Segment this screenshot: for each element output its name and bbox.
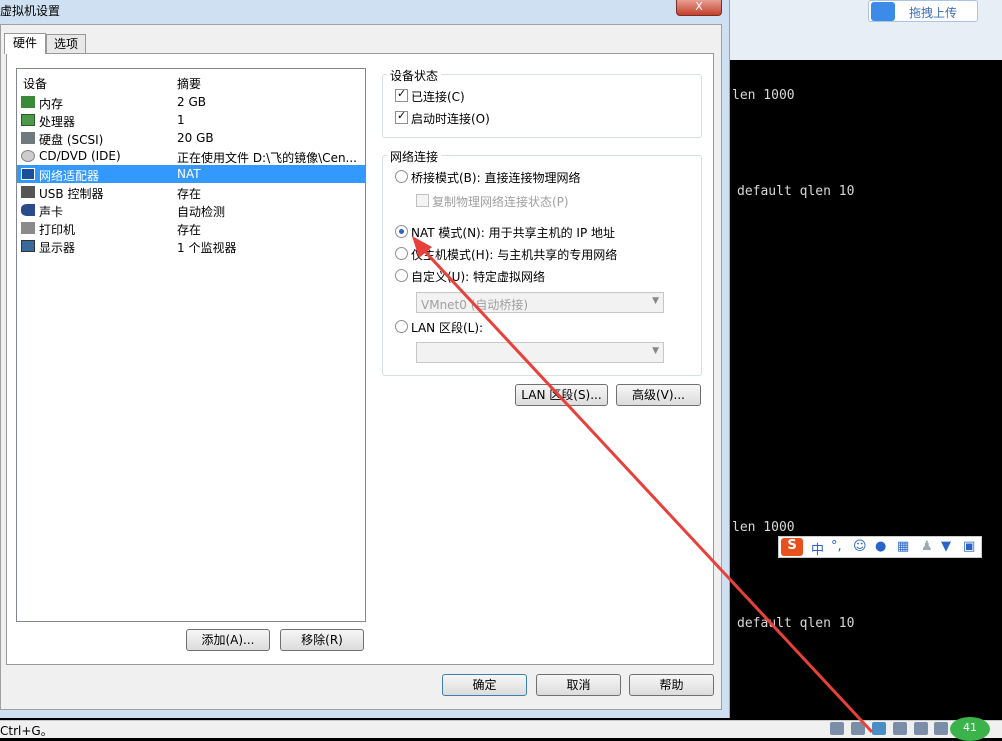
skin-icon[interactable]: ▼ (941, 539, 951, 554)
replicate-state-checkbox[interactable] (416, 194, 429, 207)
ok-button[interactable]: 确定 (442, 674, 527, 696)
device-summary: 存在 (177, 223, 202, 237)
lan-segment-label[interactable]: LAN 区段(L): (411, 319, 483, 336)
chevron-down-icon: ▼ (652, 346, 659, 356)
status-text: Ctrl+G。 (0, 724, 53, 738)
connect-on-power-checkbox[interactable] (395, 109, 408, 124)
network-connection-title: 网络连接 (387, 148, 442, 165)
memory-icon (21, 96, 35, 108)
terminal-line: default qlen 10 (737, 184, 855, 199)
tab-options[interactable]: 选项 (46, 34, 86, 54)
tray-usb-icon[interactable] (934, 722, 948, 735)
device-name: USB 控制器 (39, 187, 104, 201)
ime-punct[interactable]: °, (831, 539, 842, 554)
lan-segment-select[interactable]: ▼ (416, 342, 664, 363)
cloud-logo-icon (871, 2, 895, 21)
column-header-device[interactable]: 设备 (23, 75, 47, 92)
network-adapter-icon (21, 168, 35, 180)
custom-network-value: VMnet0 (自动桥接) (421, 298, 529, 312)
device-summary: 2 GB (177, 95, 206, 109)
add-button[interactable]: 添加(A)... (186, 629, 270, 651)
device-row[interactable]: CD/DVD (IDE) 正在使用文件 D:\飞的镜像\Cen... (17, 147, 365, 165)
bridged-radio[interactable] (395, 170, 408, 183)
tray-printer-icon[interactable] (893, 722, 907, 735)
monitor-icon (21, 240, 35, 252)
tray-cd-icon[interactable] (851, 722, 865, 735)
nat-label[interactable]: NAT 模式(N): 用于共享主机的 IP 地址 (411, 224, 615, 241)
tab-hardware[interactable]: 硬件 (4, 33, 46, 54)
terminal-line: default qlen 10 (737, 616, 855, 631)
help-button[interactable]: 帮助 (629, 674, 714, 696)
cd-dvd-icon (21, 150, 35, 162)
device-summary: 自动检测 (177, 205, 226, 219)
dialog-title: 虚拟机设置 (0, 4, 61, 18)
printer-icon (21, 222, 35, 234)
connect-on-power-label[interactable]: 启动时连接(O) (411, 110, 490, 127)
keyboard-icon[interactable]: ▦ (897, 539, 909, 554)
custom-network-select[interactable]: VMnet0 (自动桥接) ▼ (416, 292, 664, 313)
device-row[interactable]: 硬盘 (SCSI) 20 GB (17, 129, 365, 147)
usb-icon (21, 186, 35, 198)
host-only-label[interactable]: 仅主机模式(H): 与主机共享的专用网络 (411, 246, 617, 263)
replicate-state-label[interactable]: 复制物理网络连接状态(P) (432, 193, 569, 210)
host-only-radio[interactable] (395, 247, 408, 260)
advanced-button[interactable]: 高级(V)... (616, 384, 701, 406)
device-summary: 20 GB (177, 131, 214, 145)
tray-adapter-icon[interactable] (872, 722, 886, 735)
tray-badge[interactable]: 41 (950, 717, 990, 741)
chevron-down-icon: ▼ (652, 296, 659, 306)
lan-segment-radio[interactable] (395, 320, 408, 333)
upload-label: 拖拽上传 (909, 6, 958, 20)
lan-segments-button[interactable]: LAN 区段(S)... (515, 384, 608, 406)
terminal-line: len 1000 (732, 520, 795, 535)
bridged-label[interactable]: 桥接模式(B): 直接连接物理网络 (411, 169, 580, 186)
device-name: 内存 (39, 97, 64, 111)
cancel-button[interactable]: 取消 (536, 674, 621, 696)
ime-toolbar[interactable]: S 中 °, ☺ ● ▦ ♟ ▼ ▣ (778, 536, 982, 558)
device-row[interactable]: 声卡 自动检测 (17, 201, 365, 219)
device-name: 声卡 (39, 205, 64, 219)
connected-label[interactable]: 已连接(C) (411, 88, 465, 105)
tray-network-icon[interactable] (830, 722, 844, 735)
device-row[interactable]: USB 控制器 存在 (17, 183, 365, 201)
user-icon[interactable]: ♟ (921, 539, 933, 554)
device-row[interactable]: 网络适配器 NAT (17, 165, 365, 183)
microphone-icon[interactable]: ● (875, 539, 886, 554)
tray-sound-icon[interactable] (914, 722, 928, 735)
ime-lang[interactable]: 中 (811, 539, 824, 558)
custom-label[interactable]: 自定义(U): 特定虚拟网络 (411, 268, 545, 285)
sound-card-icon (21, 204, 35, 216)
cpu-icon (21, 114, 35, 126)
toolbox-icon[interactable]: ▣ (963, 539, 975, 554)
close-button[interactable]: X (676, 0, 722, 16)
device-name: 显示器 (39, 241, 76, 255)
upload-button[interactable]: 拖拽上传 (868, 0, 978, 22)
device-status-title: 设备状态 (387, 67, 442, 84)
emoji-icon[interactable]: ☺ (853, 539, 867, 554)
hard-disk-icon (21, 132, 35, 144)
list-header: 设备 摘要 (17, 73, 365, 91)
device-summary: 1 (177, 113, 185, 127)
nat-radio[interactable] (395, 225, 408, 238)
sogou-logo-icon: S (781, 538, 803, 556)
connected-checkbox[interactable] (395, 87, 408, 102)
device-list[interactable]: 设备 摘要 内存 2 GB 处理器 1 硬盘 (SCSI) 20 GB CD/D… (16, 68, 366, 622)
device-name: 硬盘 (SCSI) (39, 133, 104, 147)
device-row[interactable]: 打印机 存在 (17, 219, 365, 237)
device-summary: 1 个监视器 (177, 241, 237, 255)
device-summary: NAT (177, 167, 201, 181)
device-name: 打印机 (39, 223, 76, 237)
device-row[interactable]: 显示器 1 个监视器 (17, 237, 365, 255)
device-row[interactable]: 处理器 1 (17, 111, 365, 129)
device-summary: 存在 (177, 187, 202, 201)
remove-button[interactable]: 移除(R) (280, 629, 364, 651)
device-name: 网络适配器 (39, 169, 100, 183)
terminal-line: len 1000 (732, 88, 795, 103)
custom-radio[interactable] (395, 269, 408, 282)
column-header-summary[interactable]: 摘要 (177, 75, 201, 92)
device-name: 处理器 (39, 115, 76, 129)
device-name: CD/DVD (IDE) (39, 149, 121, 163)
device-row[interactable]: 内存 2 GB (17, 93, 365, 111)
device-summary: 正在使用文件 D:\飞的镜像\Cen... (177, 151, 357, 165)
